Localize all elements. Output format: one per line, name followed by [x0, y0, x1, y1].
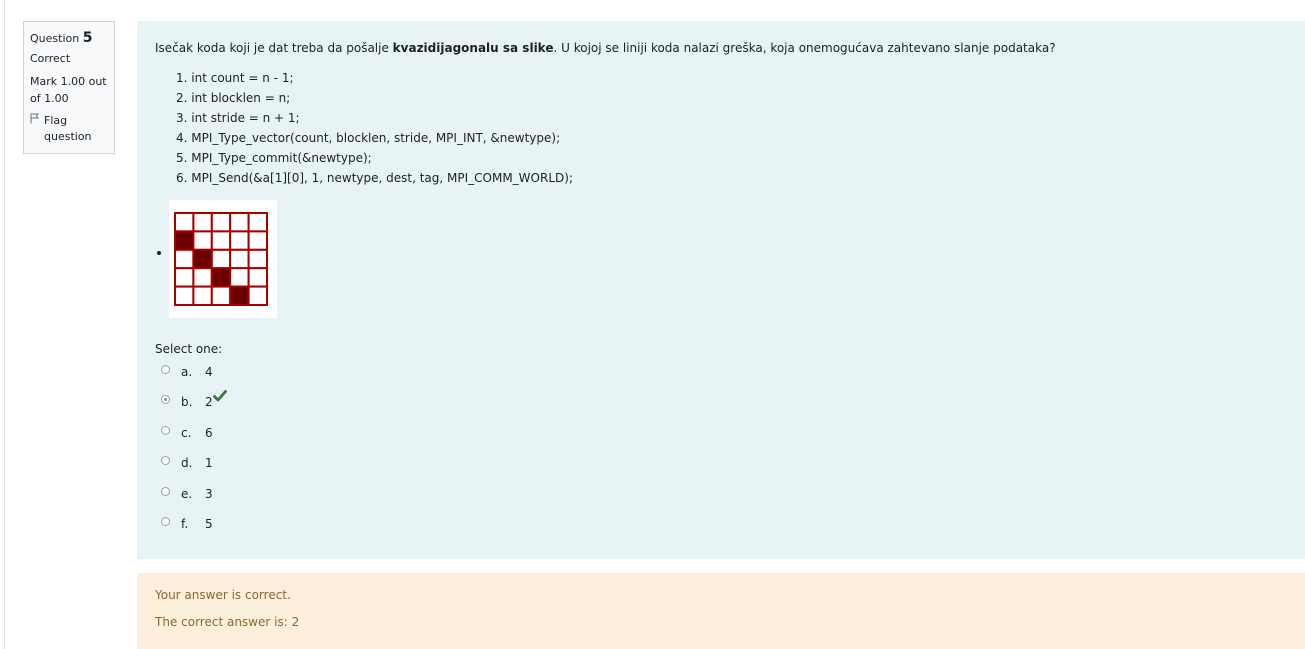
- answer-value: 4: [205, 365, 213, 379]
- code-line: 6. MPI_Send(&a[1][0], 1, newtype, dest, …: [176, 171, 573, 185]
- quasi-diagonal-matrix-image: [169, 200, 277, 318]
- answer-letter: d.: [181, 456, 193, 471]
- matrix-cell-filled: [210, 267, 232, 288]
- matrix-cell: [229, 248, 250, 270]
- matrix-cell: [247, 248, 268, 270]
- radio-button[interactable]: [161, 516, 170, 526]
- question-number-value: 5: [82, 30, 93, 46]
- matrix-cell: [229, 212, 250, 233]
- matrix-cell-filled: [174, 230, 195, 251]
- flag-label-line-1: Flag: [44, 114, 68, 127]
- code-line: 2. int blocklen = n;: [176, 91, 291, 105]
- code-line: 3. int stride = n + 1;: [176, 111, 300, 125]
- answer-value: 3: [205, 486, 213, 501]
- question-content: Isečak koda koji je dat treba da pošalje…: [137, 21, 1305, 559]
- answer-letter: e.: [181, 486, 193, 501]
- question-label: Question: [30, 32, 80, 45]
- matrix-cell-filled: [229, 285, 250, 306]
- question-text-bold: kvazidijagonalu sa slike: [392, 41, 554, 55]
- flag-question-link[interactable]: Flag question: [30, 113, 108, 145]
- radio-button[interactable]: [161, 486, 170, 496]
- matrix-cell: [247, 212, 268, 233]
- matrix-cell: [229, 230, 250, 251]
- answer-letter: a.: [181, 365, 193, 379]
- page-left-rule: [4, 0, 5, 649]
- answer-value: 6: [205, 425, 213, 440]
- matrix-cell-filled: [192, 248, 213, 270]
- matrix-cell: [174, 212, 195, 233]
- answer-letter: f.: [181, 516, 189, 531]
- matrix-cell: [174, 285, 195, 306]
- radio-button-selected[interactable]: [161, 395, 170, 405]
- select-one-prompt: Select one:: [155, 342, 223, 356]
- radio-button[interactable]: [161, 365, 170, 374]
- answer-value: 1: [205, 456, 213, 471]
- question-text-part-1: Isečak koda koji je dat treba da pošalje: [155, 41, 393, 55]
- flag-label-line-2: question: [44, 130, 92, 143]
- matrix-cell: [192, 285, 213, 306]
- flag-outline-icon: [30, 113, 44, 145]
- matrix-cell: [210, 285, 232, 306]
- question-text-part-2: . U kojoj se liniji koda nalazi greška, …: [553, 41, 1056, 55]
- correct-answer-text: The correct answer is: 2: [155, 615, 300, 629]
- matrix-grid-drawing: [174, 212, 268, 306]
- matrix-cell: [174, 248, 195, 270]
- matrix-cell: [229, 267, 250, 288]
- radio-button[interactable]: [161, 425, 170, 435]
- matrix-cell: [210, 230, 232, 251]
- answer-letter: b.: [181, 395, 193, 410]
- code-line: 1. int count = n - 1;: [176, 71, 294, 85]
- check-icon: [213, 390, 227, 405]
- question-text: Isečak koda koji je dat treba da pošalje…: [155, 41, 1056, 55]
- grade-line-2: of 1.00: [30, 92, 69, 105]
- matrix-cell: [192, 230, 213, 251]
- matrix-cell: [174, 267, 195, 288]
- matrix-cell: [247, 285, 268, 306]
- feedback-panel: Your answer is correct. The correct answ…: [137, 573, 1305, 649]
- code-snippet: 1. int count = n - 1; 2. int blocklen = …: [176, 68, 573, 188]
- answer-value: 5: [205, 516, 213, 531]
- radio-button[interactable]: [161, 456, 170, 466]
- question-state: Correct: [30, 52, 71, 65]
- list-bullet: [157, 251, 161, 255]
- feedback-status: Your answer is correct.: [155, 588, 291, 602]
- matrix-cell: [247, 267, 268, 288]
- code-line: 4. MPI_Type_vector(count, blocklen, stri…: [176, 131, 561, 145]
- question-grade: Mark 1.00 out of 1.00: [30, 73, 108, 107]
- question-info-panel: Question 5 Correct Mark 1.00 out of 1.00…: [23, 21, 115, 154]
- question-number: Question 5: [30, 28, 108, 49]
- matrix-cell: [247, 230, 268, 251]
- matrix-cell: [210, 212, 232, 233]
- answer-value: 2: [205, 395, 213, 410]
- matrix-cell: [210, 248, 232, 270]
- matrix-cell: [192, 212, 213, 233]
- matrix-cell: [192, 267, 213, 288]
- code-line: 5. MPI_Type_commit(&newtype);: [176, 151, 372, 165]
- grade-line-1: Mark 1.00 out: [30, 75, 107, 88]
- answer-letter: c.: [181, 425, 192, 440]
